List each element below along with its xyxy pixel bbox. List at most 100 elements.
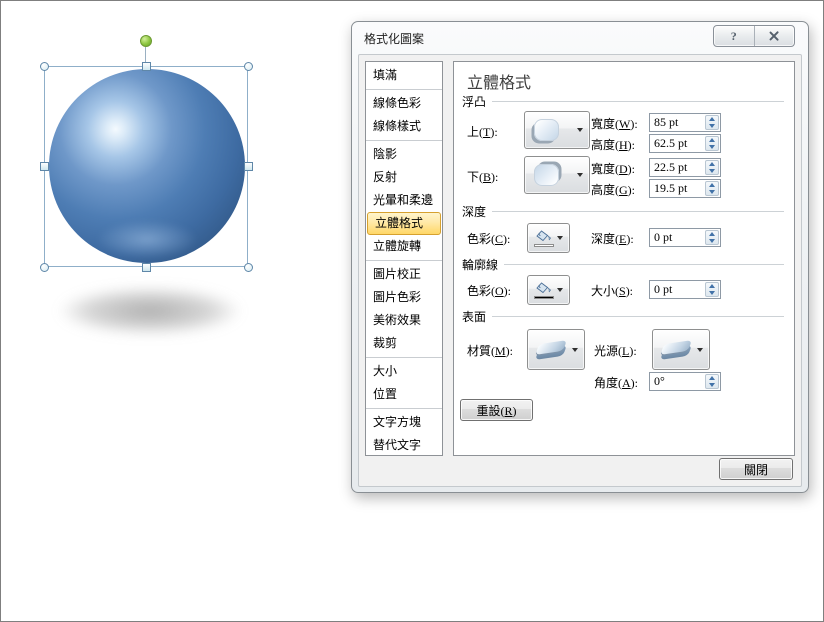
lighting-label: 光源(L): [594,344,637,358]
lighting-dropdown[interactable] [652,329,710,370]
color-swatch [534,243,554,247]
help-icon: ? [730,28,737,43]
section-depth: 深度 [462,203,784,220]
spinner [705,115,719,130]
material-dropdown[interactable] [527,329,585,370]
spinner-down-icon[interactable] [706,189,718,196]
chevron-down-icon [557,236,563,240]
paint-bucket-icon [534,281,554,299]
bevel-top-width-label: 寬度(W): [591,117,638,131]
sidebar-item[interactable]: 立體旋轉 [366,235,442,258]
bevel-top-width-input[interactable]: 85 pt [649,113,721,132]
field-value: 85 pt [654,115,679,129]
sidebar-item[interactable]: 光暈和柔邊 [366,189,442,212]
selection-handle-top-center[interactable] [142,62,151,71]
shape-selection-outline [44,66,248,267]
spinner [705,230,719,245]
sidebar-item[interactable]: 立體格式 [367,212,441,235]
bevel-bottom-dropdown[interactable] [524,156,590,194]
chevron-down-icon [577,173,583,177]
sidebar-item[interactable]: 填滿 [366,64,442,87]
section-depth-label: 深度 [462,205,487,219]
dialog-body: 填滿 線條色彩 線條樣式 陰影 反射 光暈和柔邊 立體格式 立體旋轉 圖片校正 圖片色彩 美術效果裁… [358,54,802,487]
depth-color-dropdown[interactable] [527,223,570,253]
selection-handle-bottom-right[interactable] [244,263,253,272]
sidebar-item[interactable]: 圖片色彩 [366,286,442,309]
sidebar-item[interactable]: 線條色彩 [366,92,442,115]
spinner-down-icon[interactable] [706,290,718,297]
dialog-window: 格式化圖案 ? 填滿 線條色彩 線條樣式 陰影 反射 光暈和柔邊 立體格式 立體旋轉 圖片校正圖… [351,21,809,493]
close-icon [769,31,779,41]
spinner-down-icon[interactable] [706,123,718,130]
spinner-down-icon[interactable] [706,238,718,245]
dialog-title: 格式化圖案 [364,32,425,46]
panel-title: 立體格式 [467,75,532,92]
selection-handle-bottom-center[interactable] [142,263,151,272]
angle-input[interactable]: 0° [649,372,721,391]
bevel-bottom-height-label: 高度(G): [591,183,636,197]
bevel-bottom-width-input[interactable]: 22.5 pt [649,158,721,177]
spinner [705,282,719,297]
depth-input[interactable]: 0 pt [649,228,721,247]
field-value: 62.5 pt [654,136,688,150]
rotation-handle-connector [145,47,146,63]
section-contour-label: 輪廓線 [462,258,499,272]
bevel-bottom-height-input[interactable]: 19.5 pt [649,179,721,198]
sidebar-item[interactable]: 替代文字 [366,434,442,455]
chevron-down-icon [577,128,583,132]
spinner-down-icon[interactable] [706,144,718,151]
spinner [705,374,719,389]
sidebar-item[interactable]: 文字方塊 [366,411,442,434]
close-dialog-button[interactable]: 關閉 [719,458,793,480]
field-value: 19.5 pt [654,181,688,195]
paint-bucket-icon [534,229,554,247]
selection-handle-bottom-left[interactable] [40,263,49,272]
reset-button[interactable]: 重設(R) [460,399,533,421]
sidebar-item[interactable]: 美術效果 [366,309,442,332]
sidebar-separator [366,89,442,90]
bevel-top-label: 上(T): [467,125,498,139]
spinner [705,181,719,196]
sidebar-separator [366,140,442,141]
field-value: 0 pt [654,230,673,244]
spinner-down-icon[interactable] [706,168,718,175]
contour-size-input[interactable]: 0 pt [649,280,721,299]
spinner-down-icon[interactable] [706,382,718,389]
color-swatch [534,295,554,299]
contour-color-dropdown[interactable] [527,275,570,305]
sidebar-separator [366,408,442,409]
field-value: 0 pt [654,282,673,296]
section-surface: 表面 [462,308,784,325]
sidebar-item[interactable]: 大小 [366,360,442,383]
format-3d-panel: 立體格式 浮凸 上(T): 寬度(W): 85 pt 高度(H): 62.5 p… [453,61,795,456]
sidebar-item[interactable]: 位置 [366,383,442,406]
shape-shadow [59,287,241,335]
rotation-handle[interactable] [140,35,152,47]
selection-handle-top-left[interactable] [40,62,49,71]
dialog-titlebar[interactable]: 格式化圖案 ? [352,22,808,54]
close-dialog-label: 關閉 [743,462,768,477]
sidebar-item[interactable]: 線條樣式 [366,115,442,138]
selection-handle-mid-right[interactable] [244,162,253,171]
selection-handle-mid-left[interactable] [40,162,49,171]
angle-label: 角度(A): [594,376,639,390]
sidebar-item[interactable]: 裁剪 [366,332,442,355]
selection-handle-top-right[interactable] [244,62,253,71]
sidebar-item[interactable]: 陰影 [366,143,442,166]
section-surface-label: 表面 [462,310,487,324]
bevel-top-icon [534,119,559,141]
drawing-canvas [1,1,341,401]
material-icon [534,338,568,362]
lighting-icon [659,338,693,362]
spinner [705,136,719,151]
help-button[interactable]: ? [714,26,754,46]
bevel-top-height-input[interactable]: 62.5 pt [649,134,721,153]
spinner [705,160,719,175]
close-button[interactable] [753,26,795,46]
section-bevel: 浮凸 [462,93,784,110]
sidebar-item[interactable]: 圖片校正 [366,263,442,286]
depth-size-label: 深度(E): [591,232,634,246]
sidebar-item[interactable]: 反射 [366,166,442,189]
depth-color-label: 色彩(C): [467,232,511,246]
bevel-top-dropdown[interactable] [524,111,590,149]
